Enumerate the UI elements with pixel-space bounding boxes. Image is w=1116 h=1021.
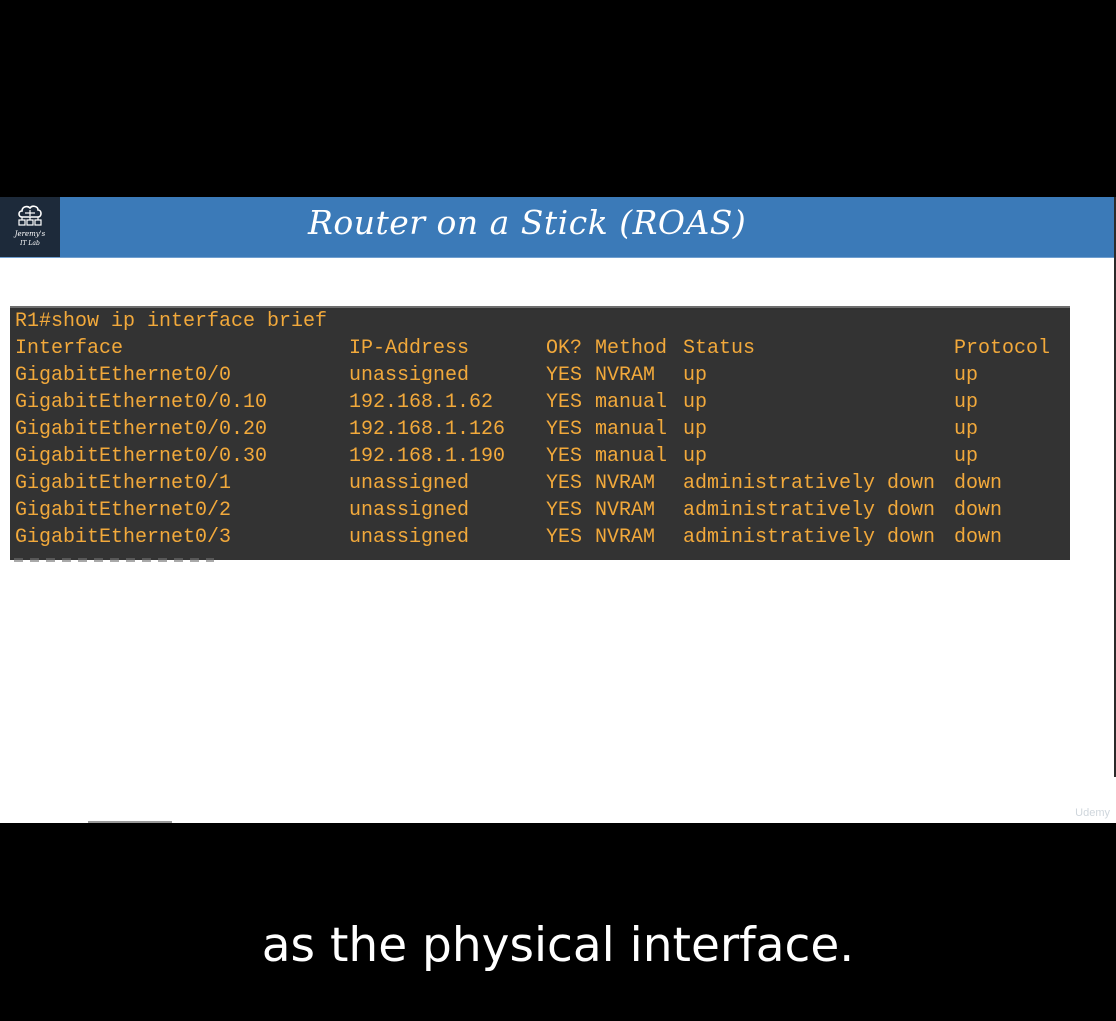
row-ip: unassigned [349,364,470,387]
row-method: manual [595,391,668,414]
row-protocol: down [954,472,1003,495]
table-row: GigabitEthernet0/2 unassigned YES NVRAM … [15,497,1065,524]
row-protocol: up [954,418,979,441]
cloud-network-icon [18,205,42,226]
terminal-cutoff-bottom [14,558,214,562]
row-ok: YES [546,391,583,414]
row-interface: GigabitEthernet0/0.20 [15,418,268,441]
row-interface: GigabitEthernet0/2 [15,499,232,522]
row-ok: YES [546,526,583,549]
row-method: manual [595,445,668,468]
column-header-ok: OK? [546,337,583,360]
table-row: GigabitEthernet0/0.20 192.168.1.126 YES … [15,416,1065,443]
row-ok: YES [546,445,583,468]
table-row: GigabitEthernet0/0 unassigned YES NVRAM … [15,362,1065,389]
udemy-watermark: Udemy [1075,807,1110,819]
table-header: Interface IP-Address OK? Method Status P… [15,335,1065,362]
column-header-status: Status [683,337,756,360]
row-ok: YES [546,499,583,522]
progress-fragment [88,821,172,823]
column-header-method: Method [595,337,668,360]
slide-header: Jeremy's IT Lab Router on a Stick (ROAS) [0,197,1114,258]
slide-title: Router on a Stick (ROAS) [308,203,747,242]
column-header-protocol: Protocol [954,337,1051,360]
row-status: up [683,418,708,441]
subtitle-caption: as the physical interface. [261,918,855,973]
command-line: R1#show ip interface brief [15,310,328,333]
table-row: GigabitEthernet0/0.30 192.168.1.190 YES … [15,443,1065,470]
row-method: NVRAM [595,526,656,549]
row-method: NVRAM [595,364,656,387]
row-interface: GigabitEthernet0/0 [15,364,232,387]
row-ip: 192.168.1.62 [349,391,494,414]
row-interface: GigabitEthernet0/0.30 [15,445,268,468]
row-status: administratively down [683,526,936,549]
row-method: NVRAM [595,499,656,522]
row-status: up [683,364,708,387]
row-ok: YES [546,418,583,441]
column-header-interface: Interface [15,337,124,360]
row-interface: GigabitEthernet0/0.10 [15,391,268,414]
row-protocol: down [954,499,1003,522]
column-header-ip: IP-Address [349,337,470,360]
row-method: manual [595,418,668,441]
row-status: administratively down [683,472,936,495]
row-status: administratively down [683,499,936,522]
row-protocol: down [954,526,1003,549]
row-interface: GigabitEthernet0/1 [15,472,232,495]
table-row: GigabitEthernet0/1 unassigned YES NVRAM … [15,470,1065,497]
row-status: up [683,391,708,414]
terminal-output: R1#show ip interface brief Interface IP-… [10,308,1070,560]
row-method: NVRAM [595,472,656,495]
table-row: GigabitEthernet0/3 unassigned YES NVRAM … [15,524,1065,551]
row-ok: YES [546,472,583,495]
row-interface: GigabitEthernet0/3 [15,526,232,549]
row-status: up [683,445,708,468]
row-ip: unassigned [349,499,470,522]
row-ok: YES [546,364,583,387]
row-ip: unassigned [349,526,470,549]
row-ip: 192.168.1.126 [349,418,506,441]
row-ip: unassigned [349,472,470,495]
row-protocol: up [954,391,979,414]
video-frame: Jeremy's IT Lab Router on a Stick (ROAS)… [0,0,1116,1021]
logo-text-name: Jeremy's [14,230,46,238]
row-protocol: up [954,364,979,387]
slide: Jeremy's IT Lab Router on a Stick (ROAS)… [0,197,1116,823]
row-ip: 192.168.1.190 [349,445,506,468]
jeremys-it-lab-logo: Jeremy's IT Lab [0,197,60,257]
logo-text-lab: IT Lab [20,240,40,247]
row-protocol: up [954,445,979,468]
table-row: GigabitEthernet0/0.10 192.168.1.62 YES m… [15,389,1065,416]
